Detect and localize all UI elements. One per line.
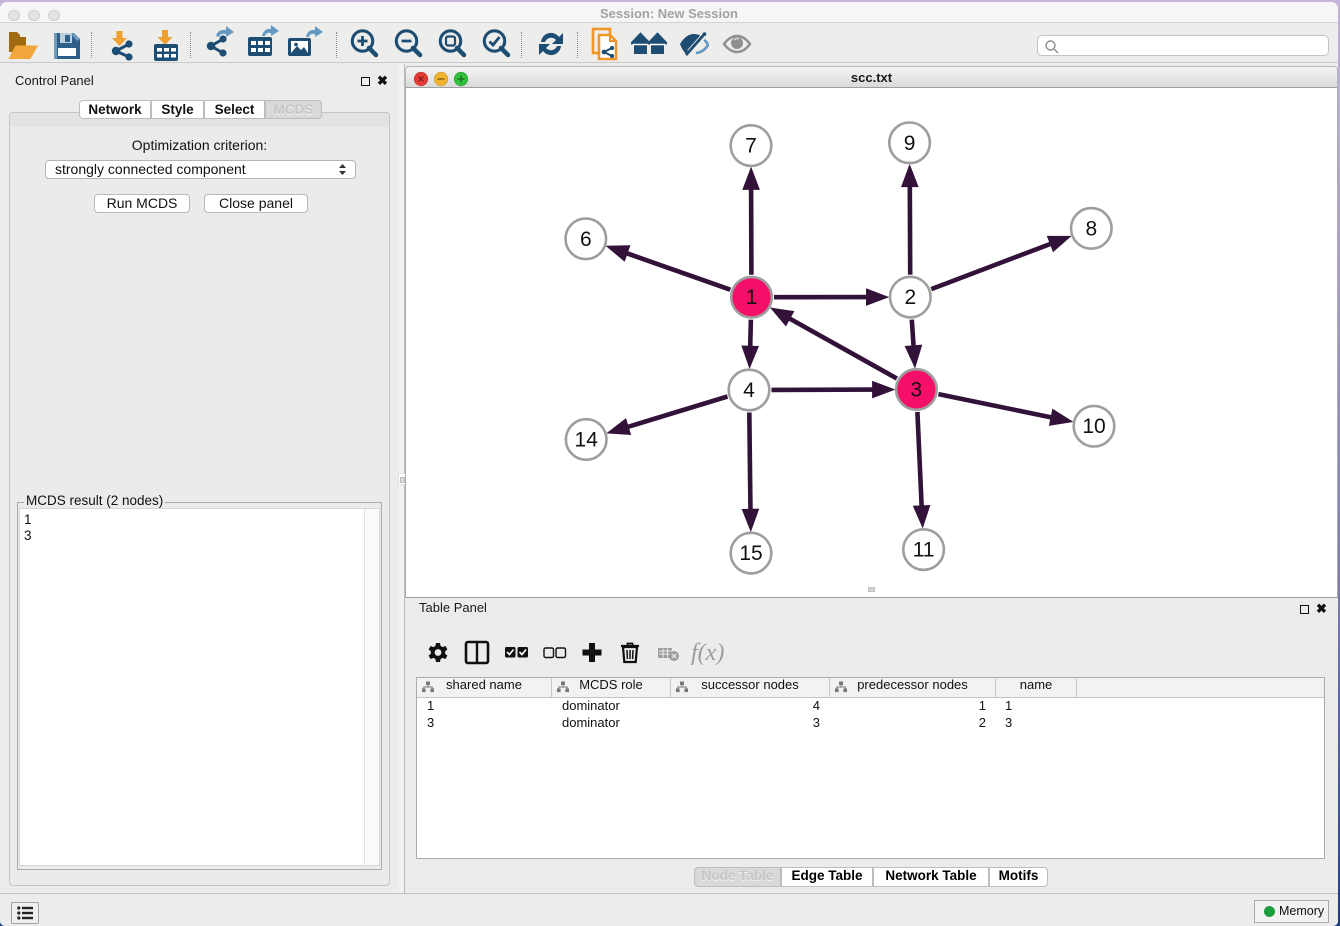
svg-text:3: 3	[910, 379, 922, 402]
svg-text:7: 7	[745, 135, 757, 158]
svg-text:1: 1	[745, 286, 757, 309]
svg-text:15: 15	[739, 542, 762, 565]
svg-text:6: 6	[579, 228, 591, 251]
svg-text:2: 2	[904, 286, 916, 309]
svg-text:4: 4	[743, 379, 755, 402]
svg-text:8: 8	[1085, 217, 1097, 240]
svg-text:10: 10	[1082, 415, 1105, 438]
svg-text:11: 11	[912, 539, 934, 562]
svg-text:9: 9	[903, 132, 915, 155]
svg-text:14: 14	[574, 429, 598, 452]
svg-text:f(x): f(x)	[691, 640, 724, 665]
